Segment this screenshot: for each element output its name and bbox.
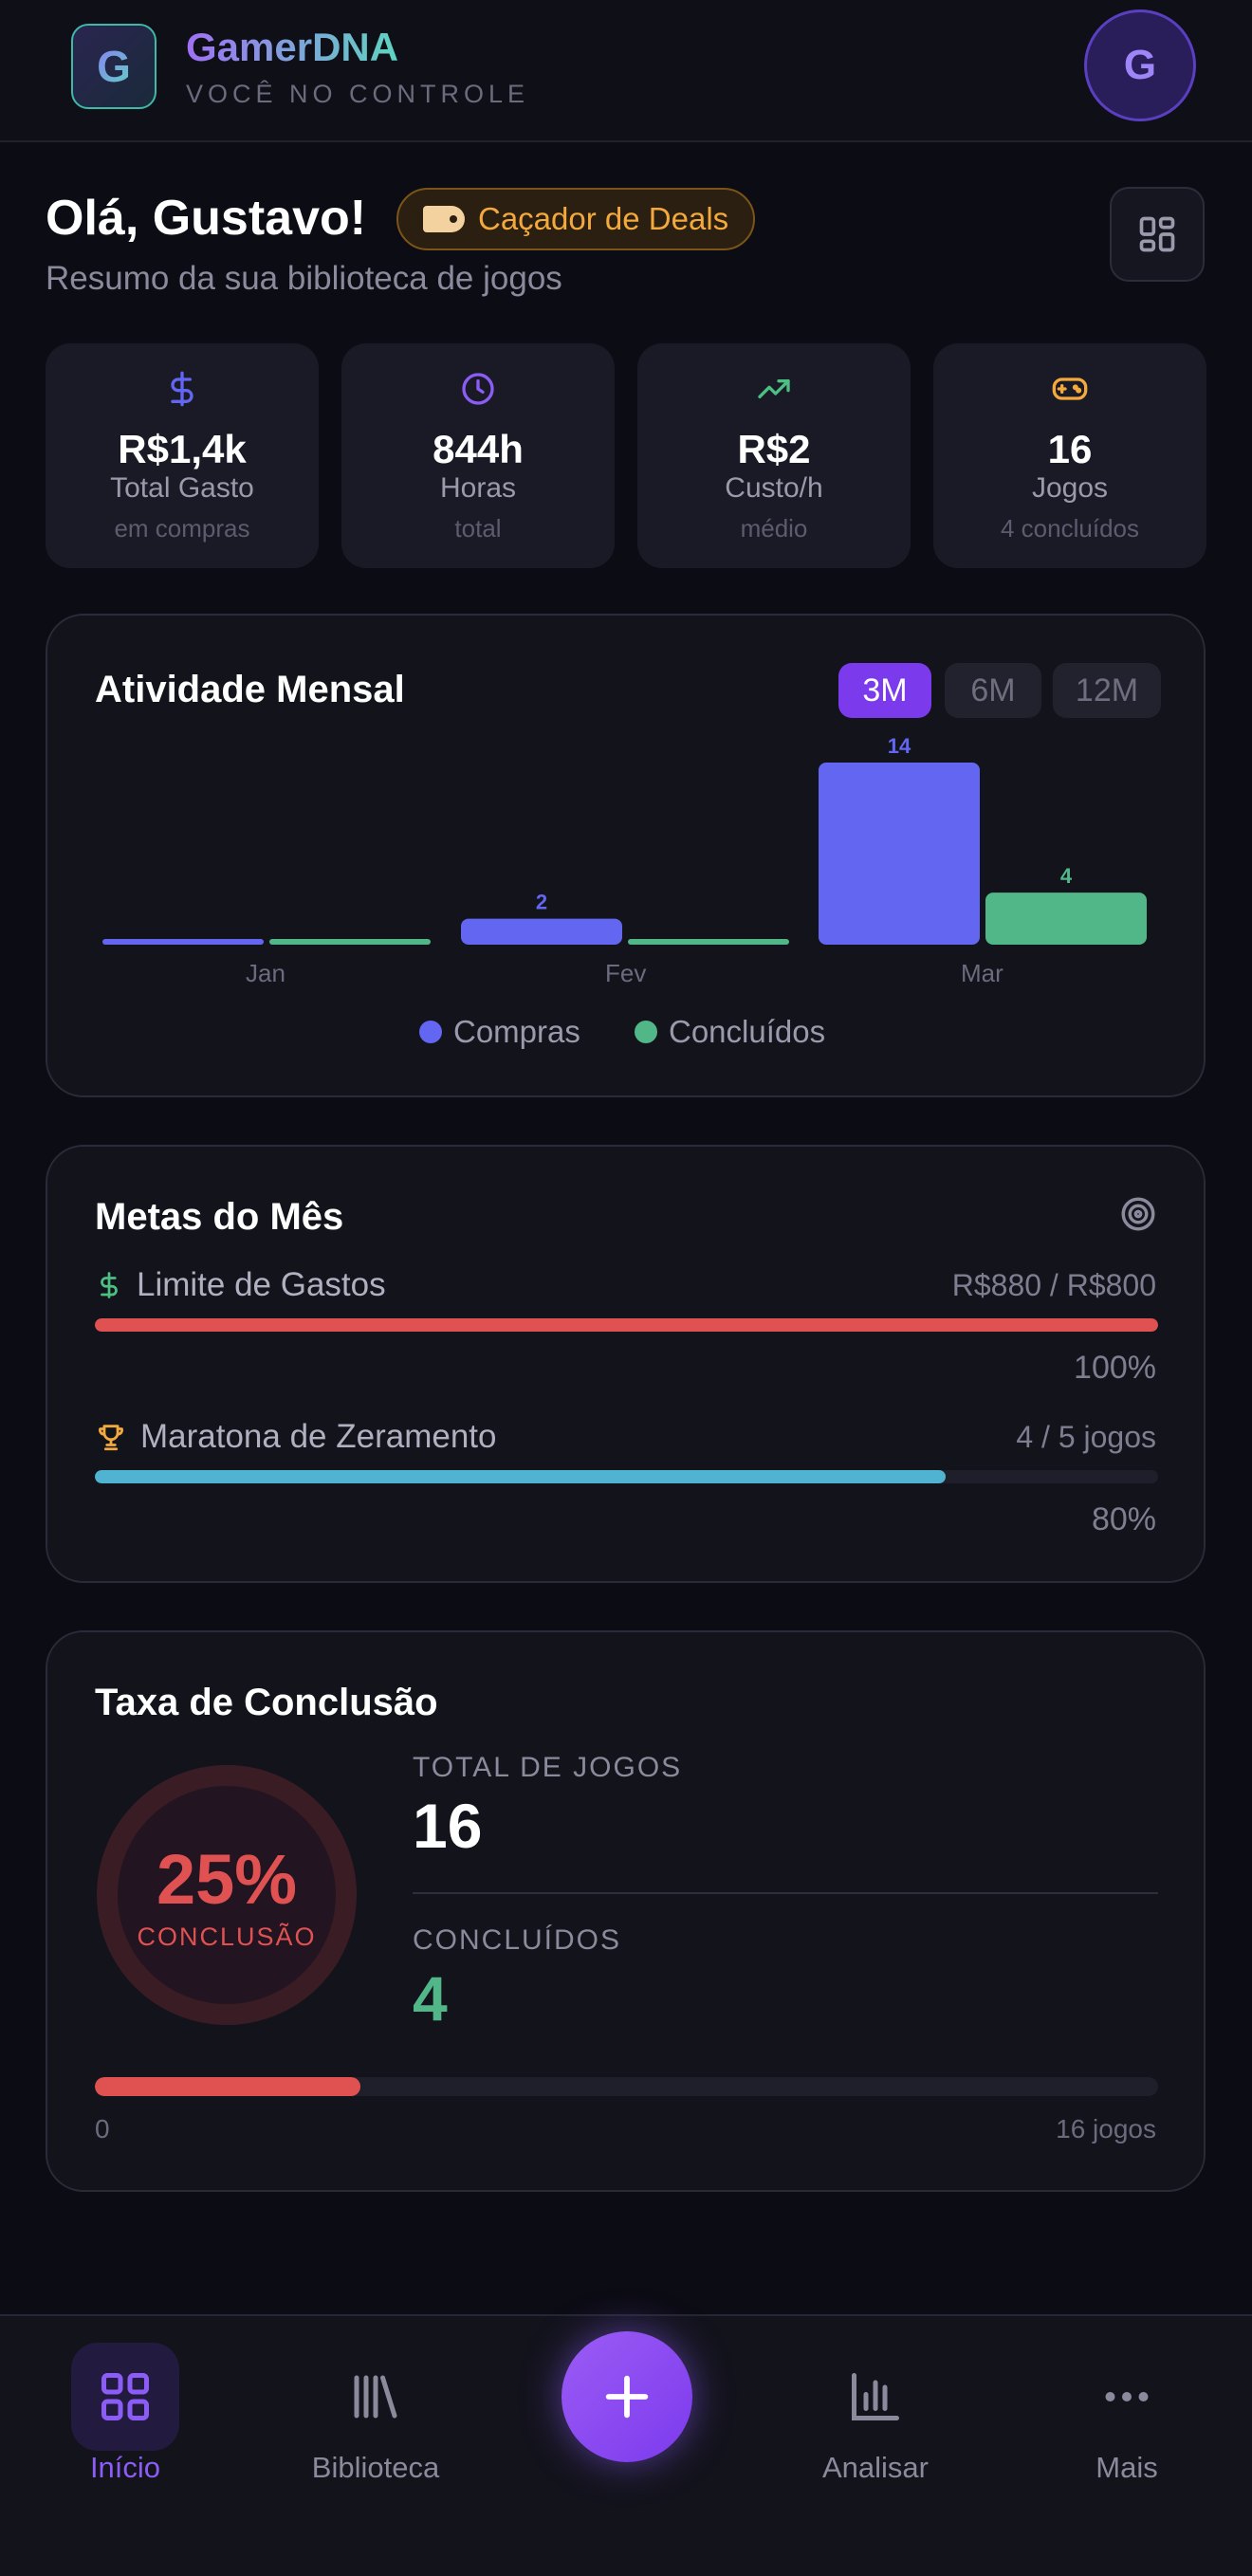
- bar-mar-completed[interactable]: [985, 892, 1147, 945]
- nav-more[interactable]: Mais: [1032, 2343, 1222, 2485]
- nav-more-label: Mais: [1096, 2451, 1158, 2484]
- legend-purchases-dot: [419, 1021, 442, 1043]
- grid-icon: [101, 2373, 149, 2420]
- price-tag-icon: [423, 206, 465, 232]
- bar-mar-purchases[interactable]: [819, 763, 980, 945]
- goal-value: 4 / 5 jogos: [1016, 1420, 1156, 1454]
- scale-max-label: 16 jogos: [1056, 2114, 1156, 2144]
- nav-library[interactable]: Biblioteca: [281, 2343, 470, 2485]
- stat-value: 16: [1047, 427, 1093, 471]
- month-label-jan: Jan: [246, 959, 285, 987]
- stat-sublabel: em compras: [114, 514, 250, 543]
- divider: [413, 1892, 1158, 1894]
- stat-value: 844h: [433, 427, 524, 471]
- trending-up-icon: [758, 379, 790, 398]
- completed-games-label: CONCLUÍDOS: [413, 1924, 622, 1956]
- goal-progress-track: [95, 1470, 1158, 1483]
- monthly-goals-card: Metas do Mês Limite de Gastos R$880 / R$…: [46, 1145, 1206, 1583]
- bottom-navigation: Início Biblioteca Analisar Mais: [0, 2314, 1252, 2576]
- stat-label: Custo/h: [725, 472, 823, 504]
- grid-icon: [1139, 216, 1175, 252]
- app-tagline: VOCÊ NO CONTROLE: [186, 80, 530, 108]
- bar-jan-purchases[interactable]: [102, 939, 264, 945]
- plus-icon: [605, 2375, 649, 2419]
- stat-label: Jogos: [1031, 472, 1109, 504]
- monthly-activity-card: Atividade Mensal 3M 6M 12M 2 14 4 Jan Fev …: [46, 614, 1206, 1097]
- completion-title: Taxa de Conclusão: [95, 1682, 438, 1723]
- legend-completed-dot: [635, 1021, 657, 1043]
- stat-value: R$2: [737, 427, 811, 471]
- target-icon[interactable]: [1118, 1194, 1158, 1234]
- gamepad-icon: [1052, 377, 1088, 400]
- library-icon: [354, 2375, 397, 2419]
- stat-card-total-spent[interactable]: R$1,4k Total Gasto em compras: [46, 343, 319, 568]
- dollar-icon: [171, 371, 193, 407]
- bar-value-label: 4: [1060, 864, 1073, 888]
- bar-fev-purchases[interactable]: [461, 918, 622, 945]
- layout-grid-button[interactable]: [1110, 187, 1205, 282]
- goal-label-text: Limite de Gastos: [137, 1266, 386, 1303]
- goal-progress-fill: [95, 1470, 946, 1483]
- legend-completed-label: Concluídos: [669, 1014, 826, 1049]
- goal-completion-marathon: Maratona de Zeramento: [95, 1418, 496, 1456]
- activity-bar-chart: 2 14 4: [102, 734, 1147, 945]
- add-game-button[interactable]: [562, 2331, 692, 2462]
- goal-spending-limit: Limite de Gastos: [95, 1266, 386, 1304]
- app-logo[interactable]: G: [71, 24, 156, 109]
- nav-home-label: Início: [89, 2451, 161, 2484]
- top-bar: G GamerDNA VOCÊ NO CONTROLE G: [0, 0, 1252, 142]
- goals-title: Metas do Mês: [95, 1196, 344, 1238]
- nav-home[interactable]: Início: [30, 2343, 220, 2485]
- stat-label: Horas: [439, 472, 517, 504]
- clock-icon: [462, 373, 494, 405]
- completed-games-value: 4: [413, 1963, 448, 2033]
- completion-progress-fill: [95, 2077, 361, 2096]
- stat-card-cost-per-hour[interactable]: R$2 Custo/h médio: [637, 343, 911, 568]
- bar-fev-completed[interactable]: [628, 939, 789, 945]
- legend-completed: Concluídos: [635, 1014, 825, 1050]
- total-games-value: 16: [413, 1791, 483, 1861]
- deal-hunter-badge[interactable]: Caçador de Deals: [396, 188, 756, 250]
- completion-rate-card: Taxa de Conclusão 25% CONCLUSÃO TOTAL DE…: [46, 1630, 1206, 2192]
- user-avatar[interactable]: G: [1084, 9, 1196, 121]
- legend-purchases-label: Compras: [453, 1014, 580, 1049]
- goal-percent: 80%: [1091, 1501, 1156, 1537]
- dollar-icon: [101, 1272, 118, 1298]
- greeting-title: Olá, Gustavo!: [46, 191, 367, 246]
- bar-value-label: 2: [536, 891, 547, 914]
- app-name: GamerDNA: [186, 25, 399, 69]
- stat-card-games[interactable]: 16 Jogos 4 concluídos: [933, 343, 1206, 568]
- goal-progress-track: [95, 1318, 1158, 1332]
- bar-chart-icon: [852, 2373, 899, 2420]
- legend-purchases: Compras: [419, 1014, 580, 1050]
- stat-sublabel: médio: [740, 514, 808, 543]
- greeting-subtitle: Resumo da sua biblioteca de jogos: [46, 260, 562, 297]
- completion-ring: 25% CONCLUSÃO: [95, 1763, 359, 2027]
- trophy-icon: [99, 1425, 123, 1451]
- logo-letter: G: [97, 42, 131, 91]
- scale-min-label: 0: [95, 2114, 110, 2144]
- completion-progress-track: [95, 2077, 1158, 2096]
- stat-label: Total Gasto: [110, 472, 254, 504]
- stat-sublabel: total: [454, 514, 502, 543]
- goal-label-text: Maratona de Zeramento: [140, 1418, 497, 1455]
- deal-hunter-label: Caçador de Deals: [478, 201, 729, 236]
- nav-analyze[interactable]: Analisar: [781, 2343, 970, 2485]
- nav-library-label: Biblioteca: [311, 2451, 440, 2484]
- month-label-fev: Fev: [605, 959, 647, 987]
- completion-percent: 25%: [156, 1840, 298, 1919]
- goal-progress-fill: [95, 1318, 1158, 1332]
- completion-caption: CONCLUSÃO: [137, 1923, 317, 1951]
- goal-percent: 100%: [1074, 1350, 1156, 1386]
- goal-value: R$880 / R$800: [951, 1268, 1156, 1302]
- month-label-mar: Mar: [961, 959, 1003, 987]
- stat-card-hours[interactable]: 844h Horas total: [341, 343, 615, 568]
- bar-jan-completed[interactable]: [269, 939, 431, 945]
- bar-value-label: 14: [888, 734, 911, 758]
- stat-sublabel: 4 concluídos: [1001, 514, 1139, 543]
- nav-analyze-label: Analisar: [822, 2451, 929, 2484]
- stat-value: R$1,4k: [118, 427, 247, 471]
- total-games-label: TOTAL DE JOGOS: [413, 1752, 683, 1783]
- more-icon: [1105, 2392, 1149, 2401]
